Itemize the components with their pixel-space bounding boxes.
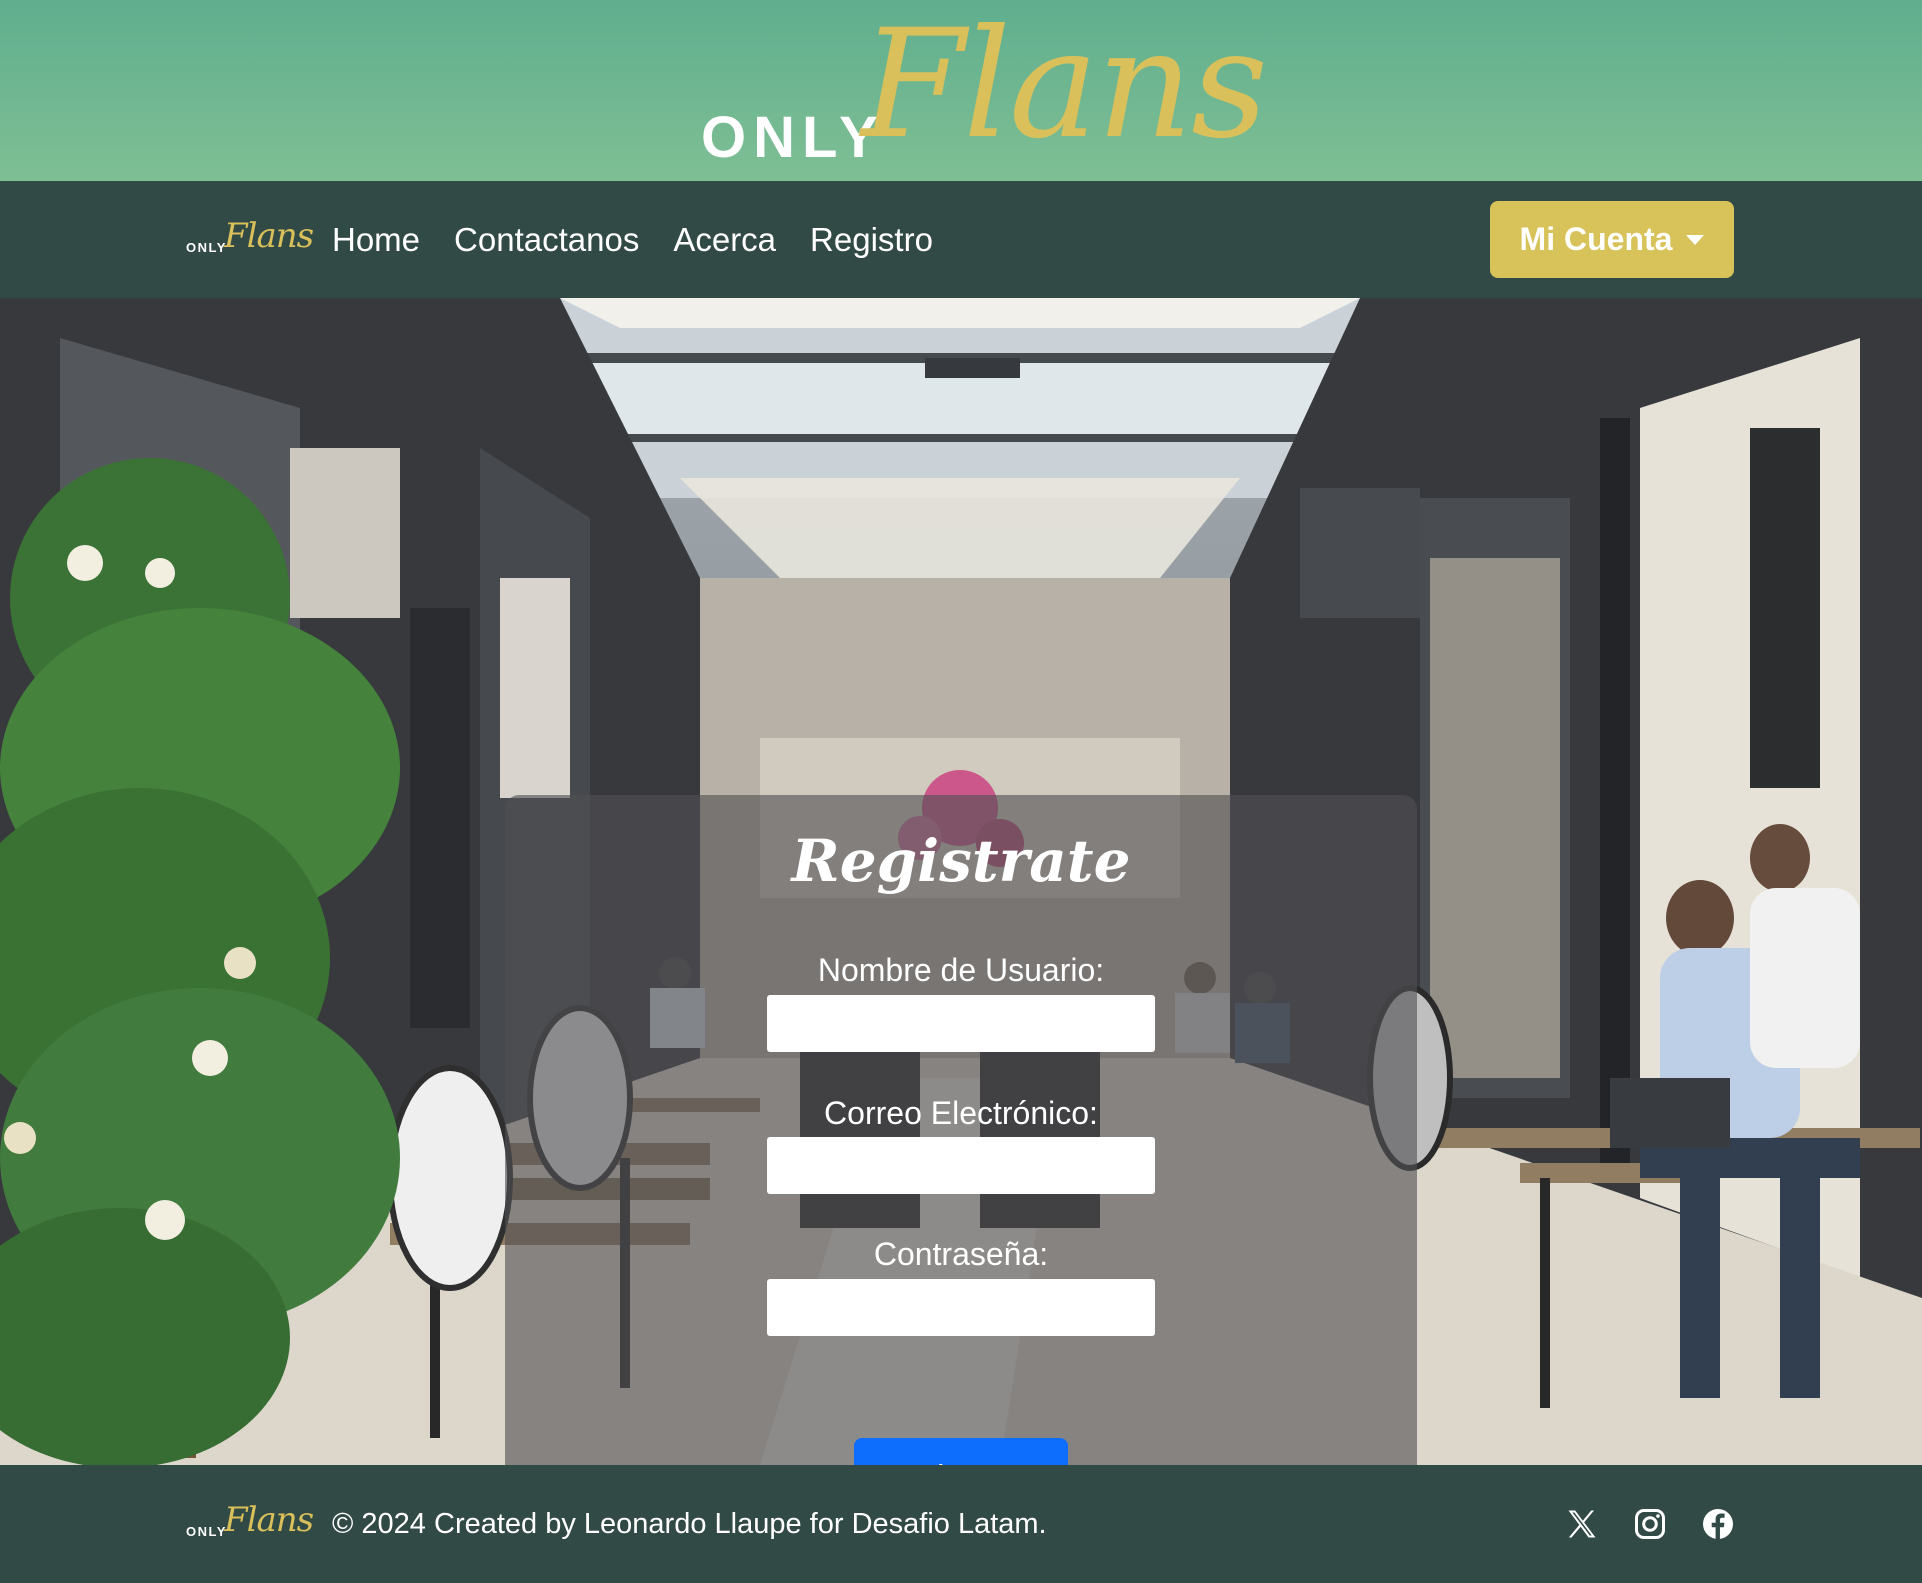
caret-down-icon <box>1686 234 1705 245</box>
account-button-label: Mi Cuenta <box>1519 221 1673 257</box>
nav-links: Home Contactanos Acerca Registro <box>332 221 933 259</box>
email-label: Correo Electrónico: <box>824 1095 1098 1131</box>
brand-logo-large: ONLY Flans <box>701 10 1268 170</box>
nav-link-acerca[interactable]: Acerca <box>673 221 776 259</box>
footer-brand-logo: ONLY Flans <box>186 1500 314 1546</box>
brand-only-text: ONLY <box>701 104 885 170</box>
social-links <box>1564 1506 1736 1542</box>
nav-link-home[interactable]: Home <box>332 221 420 259</box>
navbar-brand-logo[interactable]: ONLY Flans <box>186 215 314 262</box>
username-label: Nombre de Usuario: <box>817 952 1105 988</box>
top-banner: ONLY Flans <box>0 0 1922 181</box>
hero-section: Registrate Nombre de Usuario: Correo Ele… <box>0 298 1922 1465</box>
username-input[interactable] <box>767 995 1155 1052</box>
instagram-icon[interactable] <box>1632 1506 1668 1542</box>
page-footer: ONLY Flans © 2024 Created by Leonardo Ll… <box>0 1465 1922 1583</box>
navbar-brand-only: ONLY <box>186 239 227 255</box>
brand-flans-text: Flans <box>861 0 1268 172</box>
nav-link-contactanos[interactable]: Contactanos <box>454 221 639 259</box>
account-dropdown-button[interactable]: Mi Cuenta <box>1490 201 1734 278</box>
register-title: Registrate <box>791 827 1131 895</box>
footer-brand-flans: Flans <box>224 1500 314 1540</box>
footer-brand-only: ONLY <box>186 1524 227 1539</box>
facebook-icon[interactable] <box>1700 1506 1736 1542</box>
nav-link-registro[interactable]: Registro <box>810 221 933 259</box>
navbar-brand-flans: Flans <box>224 215 314 256</box>
register-submit-button[interactable]: Registrarse <box>854 1438 1068 1465</box>
email-input[interactable] <box>767 1137 1155 1194</box>
register-card: Registrate Nombre de Usuario: Correo Ele… <box>505 795 1417 1465</box>
footer-copyright: © 2024 Created by Leonardo Llaupe for De… <box>332 1507 1047 1540</box>
main-navbar: ONLY Flans Home Contactanos Acerca Regis… <box>0 181 1922 298</box>
password-input[interactable] <box>767 1279 1155 1336</box>
x-icon[interactable] <box>1564 1506 1600 1542</box>
password-label: Contraseña: <box>873 1236 1049 1272</box>
